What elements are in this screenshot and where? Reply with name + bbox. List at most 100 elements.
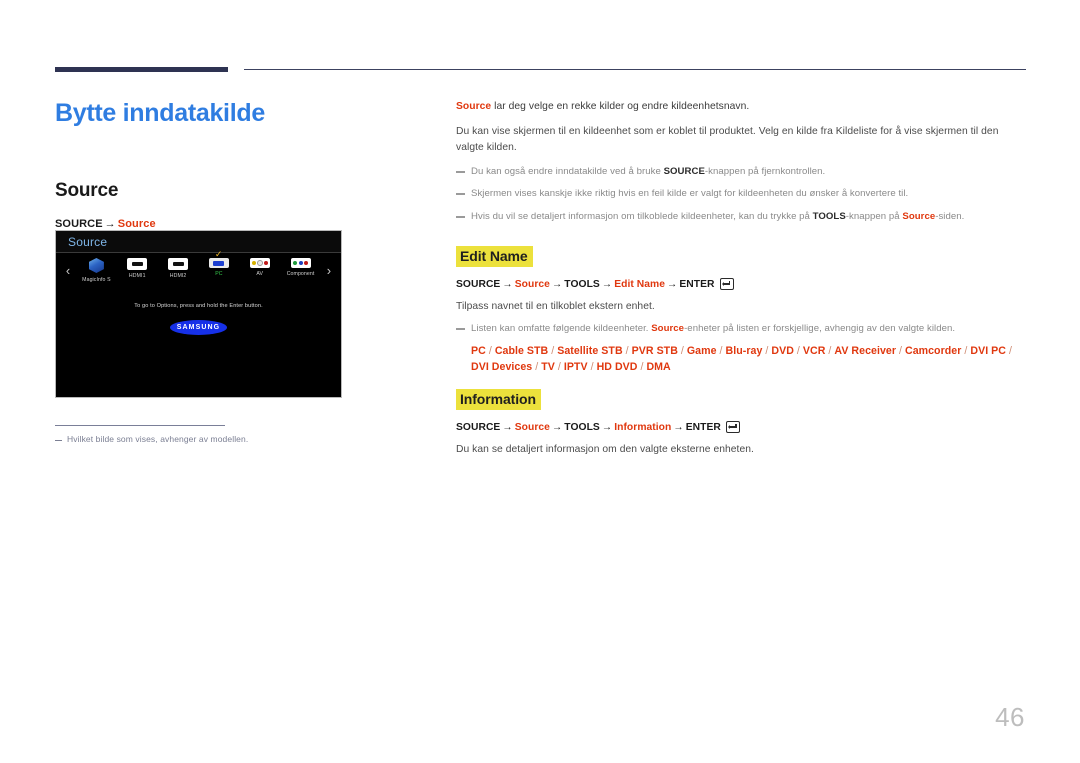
path-step-source-button: SOURCE <box>456 278 501 290</box>
path-step-source-button: SOURCE <box>55 217 103 230</box>
path-arrow-icon: → <box>502 421 513 433</box>
path-step-source-button: SOURCE <box>456 421 501 433</box>
device-separator: / <box>548 345 558 358</box>
path-arrow-icon: → <box>551 421 563 433</box>
device-separator: / <box>587 360 597 373</box>
path-arrow-icon: → <box>551 278 563 290</box>
tv-source-label: AV <box>256 271 264 277</box>
device-name: TV <box>541 360 555 373</box>
intro-rest-text: lar deg velge en rekke kilder og endre k… <box>491 101 750 112</box>
tv-source-item-hdmi2: HDMI2 <box>158 258 199 279</box>
tv-hint-text: To go to Options, press and hold the Ent… <box>134 303 263 309</box>
hdmi-port-icon <box>127 258 148 270</box>
path-arrow-icon: → <box>673 421 684 433</box>
intro-paragraph: Source lar deg velge en rekke kilder og … <box>456 99 1026 115</box>
note-dash-icon <box>456 328 465 331</box>
samsung-logo-text: SAMSUNG <box>176 324 221 331</box>
enter-key-icon <box>725 421 740 434</box>
device-name: PVR STB <box>631 345 678 358</box>
device-name: IPTV <box>563 360 588 373</box>
footnote-text: Hvilket bilde som vises, avhenger av mod… <box>67 434 249 444</box>
note-dash-icon <box>456 193 465 196</box>
note-text-pre: Skjermen vises kanskje ikke riktig hvis … <box>471 188 909 200</box>
section-heading-source: Source <box>55 179 119 201</box>
device-separator: / <box>1006 345 1012 358</box>
tv-source-label: HDMI2 <box>169 273 187 279</box>
path-step-enter: ENTER <box>685 421 721 433</box>
samsung-logo: SAMSUNG <box>170 320 227 335</box>
note-item: Listen kan omfatte følgende kildeenheter… <box>456 322 1026 336</box>
path-step-edit-name: Edit Name <box>614 278 665 290</box>
left-column: Bytte inndatakilde Source SOURCE → Source <box>55 95 425 230</box>
note-text-pre: Listen kan omfatte følgende kildeenheter… <box>471 323 652 335</box>
menu-path-edit-name: SOURCE → Source → TOOLS → Edit Name → ENTER <box>456 278 1026 291</box>
note-text-red: Source <box>651 323 685 335</box>
header-divider-line <box>244 69 1026 70</box>
tv-title-bar: Source <box>56 231 341 253</box>
device-name: Cable STB <box>494 345 549 358</box>
note-text-pre: Hvis du vil se detaljert informasjon om … <box>471 210 813 222</box>
page-header-rules <box>0 0 1080 72</box>
tv-source-label: PC <box>215 271 223 277</box>
path-arrow-icon: → <box>104 217 116 230</box>
subsection-heading-edit-name: Edit Name <box>456 246 533 268</box>
tv-source-item-magicinfo: MagicInfo S <box>76 258 117 283</box>
device-name: Game <box>686 345 717 358</box>
path-arrow-icon: → <box>667 278 678 290</box>
prev-arrow-icon: ‹ <box>65 263 71 278</box>
next-arrow-icon: › <box>326 263 332 278</box>
device-separator: / <box>716 345 726 358</box>
device-separator: / <box>677 345 687 358</box>
path-step-tools: TOOLS <box>564 421 600 433</box>
subsection-heading-information: Information <box>456 389 541 411</box>
note-text-post: -enheter på listen er forskjellige, avhe… <box>684 323 956 335</box>
tv-source-menu-screenshot: Source ‹ MagicInfo S HDMI1 HDMI2 ✓ PC AV… <box>55 230 342 398</box>
device-name: DVI PC <box>970 345 1006 358</box>
vga-port-icon <box>208 258 229 268</box>
note-text-bold: SOURCE <box>663 165 705 177</box>
device-separator: / <box>485 345 495 358</box>
device-name: DVD <box>771 345 794 358</box>
note-text-bold: TOOLS <box>812 210 846 222</box>
component-rca-icon <box>290 258 311 268</box>
device-separator: / <box>554 360 564 373</box>
device-name: Blu-ray <box>725 345 763 358</box>
note-item: Du kan også endre inndatakilde ved å bru… <box>456 165 1026 179</box>
av-rca-icon <box>249 258 270 268</box>
note-text-tail: -siden. <box>935 210 965 222</box>
tv-source-label: HDMI1 <box>128 273 146 279</box>
footnote-dash-icon <box>55 440 62 441</box>
device-separator: / <box>793 345 803 358</box>
enter-key-icon <box>719 278 734 291</box>
page-title: Bytte inndatakilde <box>55 99 265 127</box>
intro-lead-term: Source <box>456 101 492 112</box>
edit-name-description: Tilpass navnet til en tilkoblet ekstern … <box>456 301 655 313</box>
path-step-source-menu: Source <box>514 421 550 433</box>
right-column: Source lar deg velge en rekke kilder og … <box>456 99 1026 465</box>
device-name: DMA <box>646 360 671 373</box>
tv-source-item-hdmi1: HDMI1 <box>117 258 158 279</box>
note-dash-icon <box>456 215 465 218</box>
device-separator: / <box>622 345 632 358</box>
header-accent-bar <box>55 67 228 72</box>
path-arrow-icon: → <box>601 421 613 433</box>
device-name: Satellite STB <box>557 345 623 358</box>
note-dash-icon <box>456 170 465 173</box>
device-name: HD DVD <box>596 360 638 373</box>
device-name: PC <box>471 345 486 358</box>
note-text-red: Source <box>902 210 936 222</box>
magicinfo-cube-icon <box>87 258 106 274</box>
path-step-source-menu: Source <box>514 278 550 290</box>
device-name: AV Receiver <box>834 345 897 358</box>
note-text-post: -knappen på fjernkontrollen. <box>704 165 826 177</box>
path-step-enter: ENTER <box>679 278 715 290</box>
note-item: Skjermen vises kanskje ikke riktig hvis … <box>456 187 1026 201</box>
image-footnote: Hvilket bilde som vises, avhenger av mod… <box>55 434 385 444</box>
page-number: 46 <box>995 702 1025 732</box>
information-description: Du kan se detaljert informasjon om den v… <box>456 444 754 456</box>
tv-source-label: Component <box>286 271 315 277</box>
footnote-divider <box>55 425 225 426</box>
hdmi-port-icon <box>168 258 189 270</box>
device-name: VCR <box>802 345 826 358</box>
tv-source-label: MagicInfo S <box>82 277 111 283</box>
